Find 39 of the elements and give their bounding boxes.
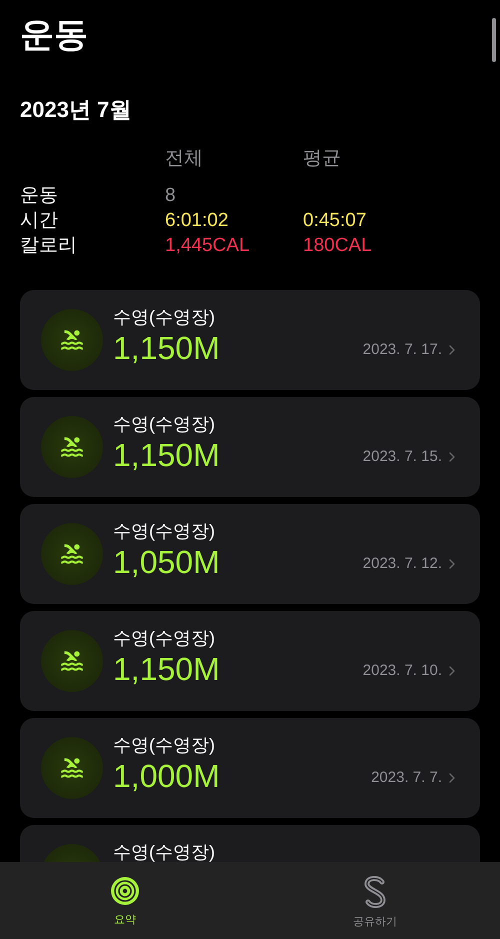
workout-name: 수영(수영장)	[113, 306, 215, 329]
workout-distance: 1,000M	[113, 757, 220, 795]
workout-name: 수영(수영장)	[113, 734, 215, 757]
workout-distance: 1,150M	[113, 650, 220, 688]
workout-name: 수영(수영장)	[113, 413, 215, 436]
tab-label: 요약	[114, 913, 136, 928]
workout-distance: 1,050M	[113, 543, 220, 581]
stat-value: 0:45:07	[303, 210, 366, 231]
stat-label: 칼로리	[20, 235, 77, 256]
workout-distance: 1,150M	[113, 436, 220, 474]
workout-date: 2023. 7. 12.	[362, 554, 442, 574]
stat-value: 1,445CAL	[165, 235, 250, 256]
stat-value: 6:01:02	[165, 210, 228, 231]
workout-card[interactable]: 수영(수영장) 1,000M 2023. 7. 7.	[20, 718, 480, 818]
workout-card[interactable]: 수영(수영장) 1,150M 2023. 7. 17.	[20, 290, 480, 390]
workout-name: 수영(수영장)	[113, 520, 215, 543]
stat-value: 180CAL	[303, 235, 372, 256]
workout-date: 2023. 7. 17.	[362, 340, 442, 360]
workout-date: 2023. 7. 10.	[362, 660, 442, 680]
workout-card[interactable]: 수영(수영장)	[20, 825, 480, 862]
column-heading: 평균	[303, 148, 341, 169]
workout-name: 수영(수영장)	[113, 627, 215, 650]
tab-button[interactable]: 요약	[0, 862, 250, 939]
workout-card[interactable]: 수영(수영장) 1,050M 2023. 7. 12.	[20, 504, 480, 604]
workout-date: 2023. 7. 7.	[371, 768, 442, 788]
stat-value: 8	[165, 185, 176, 206]
period-heading: 2023년 7월	[20, 96, 132, 124]
tab-label: 공유하기	[353, 915, 397, 930]
stat-label: 시간	[20, 210, 58, 231]
workout-date: 2023. 7. 15.	[362, 446, 442, 466]
workout-card[interactable]: 수영(수영장) 1,150M 2023. 7. 10.	[20, 611, 480, 711]
page-title: 운동	[20, 15, 88, 56]
tab-button[interactable]: 공유하기	[250, 862, 500, 939]
workout-name: 수영(수영장)	[113, 841, 215, 862]
stat-label: 운동	[20, 185, 58, 206]
column-heading: 전체	[165, 148, 203, 169]
workout-distance: 1,150M	[113, 329, 220, 367]
scrollbar	[492, 18, 496, 62]
workout-card[interactable]: 수영(수영장) 1,150M 2023. 7. 15.	[20, 397, 480, 497]
